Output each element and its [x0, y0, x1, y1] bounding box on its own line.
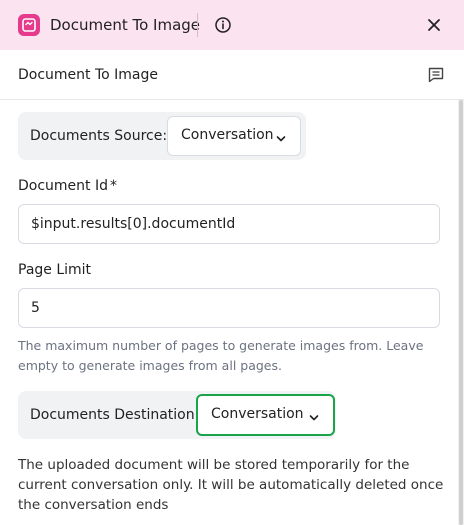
close-icon[interactable] [424, 15, 444, 35]
documents-source-select[interactable]: Conversation [167, 116, 301, 156]
chevron-down-icon [308, 409, 320, 421]
panel-title: Document To Image [50, 16, 201, 34]
required-mark: * [110, 178, 117, 194]
panel-header: Document To Image [0, 0, 464, 50]
page-limit-label: Page Limit [18, 262, 92, 278]
notes-icon[interactable] [427, 66, 445, 84]
documents-destination-label: Documents Destination: [30, 407, 200, 423]
info-icon[interactable] [214, 16, 232, 34]
node-title: Document To Image [18, 67, 159, 83]
documents-destination-select[interactable]: Conversation [196, 394, 335, 436]
documents-destination-value: Conversation [211, 406, 304, 422]
document-image-icon [18, 14, 40, 36]
chevron-down-icon [275, 130, 287, 142]
page-limit-input[interactable] [18, 288, 440, 328]
documents-source-label: Documents Source: [30, 128, 168, 144]
scrollbar[interactable] [458, 100, 464, 525]
documents-source-value: Conversation [181, 127, 274, 143]
node-title-bar: Document To Image [0, 50, 464, 100]
documents-destination-group: Documents Destination: Conversation [18, 391, 336, 439]
page-limit-help: The maximum number of pages to generate … [18, 338, 424, 373]
scrollbar-thumb[interactable] [459, 100, 463, 525]
storage-note: The uploaded document will be stored tem… [18, 457, 444, 513]
document-id-label: Document Id * [18, 178, 117, 194]
document-id-input[interactable] [18, 204, 440, 244]
header-divider [197, 13, 198, 37]
documents-source-group: Documents Source: Conversation [18, 112, 306, 160]
